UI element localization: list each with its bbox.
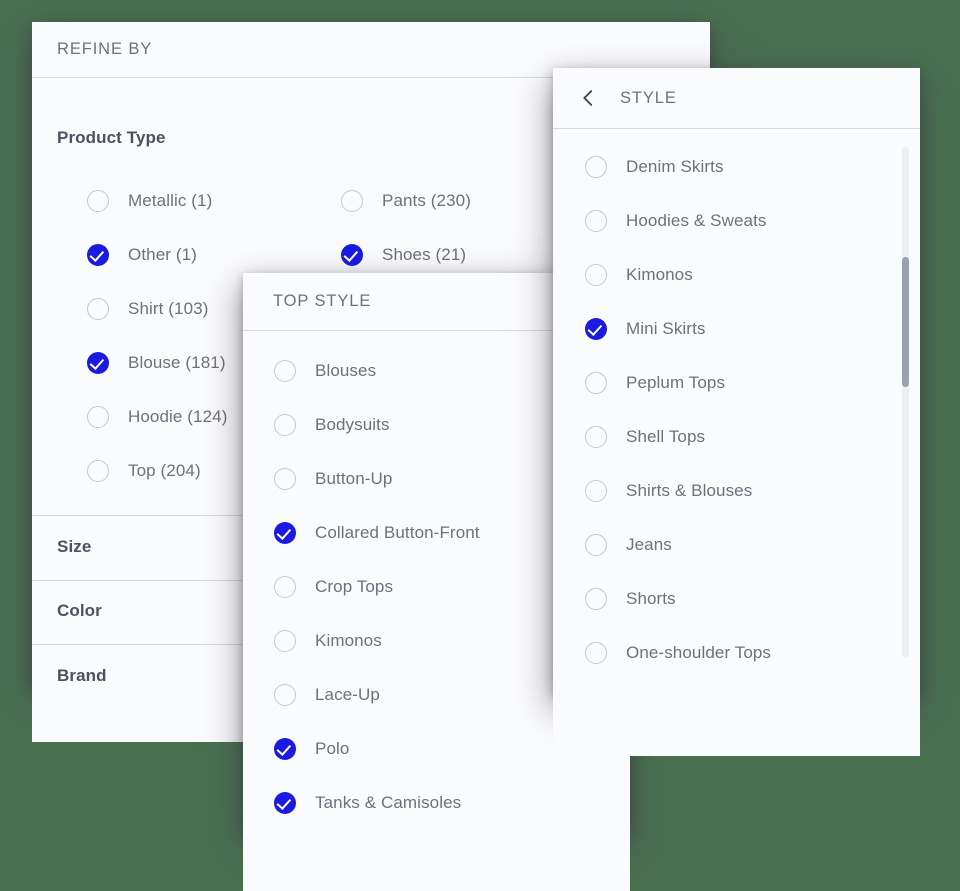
checkbox-label: Pants (230) [382, 191, 471, 210]
checkbox-row-denim-skirts[interactable]: Denim Skirts [585, 156, 724, 178]
checkbox-row-tanks-camisoles[interactable]: Tanks & Camisoles [274, 792, 461, 814]
checkbox-icon-checked[interactable] [341, 244, 363, 266]
checkbox-label: Denim Skirts [626, 157, 724, 176]
checkbox-label: Shirts & Blouses [626, 481, 753, 500]
checkbox-icon[interactable] [274, 684, 296, 706]
checkbox-label: Shell Tops [626, 427, 706, 446]
checkbox-icon[interactable] [585, 264, 607, 286]
checkbox-row-top[interactable]: Top (204) [87, 460, 201, 482]
checkbox-row-kimonos[interactable]: Kimonos [274, 630, 382, 652]
checkbox-icon-checked[interactable] [87, 352, 109, 374]
checkbox-icon[interactable] [274, 360, 296, 382]
checkbox-label: Mini Skirts [626, 319, 706, 338]
checkbox-icon-checked[interactable] [585, 318, 607, 340]
checkbox-row-blouse[interactable]: Blouse (181) [87, 352, 226, 374]
checkbox-icon[interactable] [87, 460, 109, 482]
checkbox-icon[interactable] [274, 576, 296, 598]
checkbox-row-metallic[interactable]: Metallic (1) [87, 190, 212, 212]
checkbox-label: Top (204) [128, 461, 201, 480]
style-panel: STYLE Denim Skirts Hoodies & Sweats Kimo… [553, 68, 920, 756]
top-style-title: TOP STYLE [273, 292, 372, 310]
checkbox-row-pants[interactable]: Pants (230) [341, 190, 471, 212]
checkbox-label: Collared Button-Front [315, 523, 480, 542]
checkbox-icon[interactable] [87, 406, 109, 428]
checkbox-icon[interactable] [585, 372, 607, 394]
checkbox-row-peplum-tops[interactable]: Peplum Tops [585, 372, 725, 394]
checkbox-label: Kimonos [626, 265, 693, 284]
checkbox-label: Peplum Tops [626, 373, 726, 392]
checkbox-label: Tanks & Camisoles [315, 793, 462, 812]
checkbox-icon[interactable] [585, 588, 607, 610]
checkbox-icon-checked[interactable] [87, 244, 109, 266]
checkbox-icon[interactable] [274, 468, 296, 490]
checkbox-row-hoodies-sweats[interactable]: Hoodies & Sweats [585, 210, 767, 232]
checkbox-icon[interactable] [341, 190, 363, 212]
checkbox-label: Hoodies & Sweats [626, 211, 767, 230]
checkbox-icon-checked[interactable] [274, 738, 296, 760]
checkbox-icon-checked[interactable] [274, 792, 296, 814]
checkbox-icon[interactable] [585, 426, 607, 448]
checkbox-label: Polo [315, 739, 350, 758]
checkbox-icon-checked[interactable] [274, 522, 296, 544]
checkbox-icon[interactable] [585, 480, 607, 502]
scrollbar-track[interactable] [902, 147, 909, 657]
section-title-product-type: Product Type [57, 128, 166, 147]
style-body: Denim Skirts Hoodies & Sweats Kimonos Mi… [553, 129, 920, 756]
chevron-left-icon[interactable] [577, 87, 599, 109]
checkbox-label: Button-Up [315, 469, 393, 488]
checkbox-row-one-shoulder-tops[interactable]: One-shoulder Tops [585, 642, 771, 664]
checkbox-label: Kimonos [315, 631, 382, 650]
checkbox-row-shorts[interactable]: Shorts [585, 588, 676, 610]
checkbox-label: Lace-Up [315, 685, 380, 704]
checkbox-row-hoodie[interactable]: Hoodie (124) [87, 406, 227, 428]
checkbox-row-bodysuits[interactable]: Bodysuits [274, 414, 390, 436]
checkbox-label: Crop Tops [315, 577, 394, 596]
section-title-color[interactable]: Color [57, 601, 102, 621]
checkbox-row-jeans[interactable]: Jeans [585, 534, 672, 556]
section-title-size[interactable]: Size [57, 537, 91, 557]
checkbox-label: Shirt (103) [128, 299, 209, 318]
checkbox-row-shoes[interactable]: Shoes (21) [341, 244, 466, 266]
style-header: STYLE [553, 68, 920, 129]
checkbox-row-collared-button-front[interactable]: Collared Button-Front [274, 522, 480, 544]
refine-by-title: REFINE BY [57, 40, 153, 58]
checkbox-row-button-up[interactable]: Button-Up [274, 468, 392, 490]
style-title: STYLE [620, 88, 677, 107]
checkbox-row-shirt[interactable]: Shirt (103) [87, 298, 208, 320]
checkbox-icon[interactable] [87, 190, 109, 212]
checkbox-row-kimonos[interactable]: Kimonos [585, 264, 693, 286]
checkbox-label: Blouses [315, 361, 377, 380]
checkbox-icon[interactable] [87, 298, 109, 320]
checkbox-row-shirts-blouses[interactable]: Shirts & Blouses [585, 480, 752, 502]
checkbox-row-shell-tops[interactable]: Shell Tops [585, 426, 705, 448]
checkbox-label: Jeans [626, 535, 672, 554]
checkbox-row-lace-up[interactable]: Lace-Up [274, 684, 380, 706]
checkbox-label: Metallic (1) [128, 191, 213, 210]
checkbox-label: Other (1) [128, 245, 197, 264]
checkbox-row-crop-tops[interactable]: Crop Tops [274, 576, 393, 598]
checkbox-icon[interactable] [585, 156, 607, 178]
checkbox-row-polo[interactable]: Polo [274, 738, 349, 760]
checkbox-label: Hoodie (124) [128, 407, 228, 426]
checkbox-row-other[interactable]: Other (1) [87, 244, 197, 266]
checkbox-icon[interactable] [585, 534, 607, 556]
checkbox-icon[interactable] [274, 630, 296, 652]
checkbox-label: Shorts [626, 589, 676, 608]
checkbox-label: Shoes (21) [382, 245, 467, 264]
checkbox-row-mini-skirts[interactable]: Mini Skirts [585, 318, 706, 340]
checkbox-label: One-shoulder Tops [626, 643, 772, 662]
checkbox-icon[interactable] [585, 210, 607, 232]
checkbox-row-blouses[interactable]: Blouses [274, 360, 376, 382]
checkbox-icon[interactable] [274, 414, 296, 436]
checkbox-label: Bodysuits [315, 415, 390, 434]
checkbox-label: Blouse (181) [128, 353, 226, 372]
scrollbar-thumb[interactable] [902, 257, 909, 387]
screen: REFINE BY Product Type Metallic (1) Othe… [0, 0, 960, 891]
checkbox-icon[interactable] [585, 642, 607, 664]
section-title-brand[interactable]: Brand [57, 666, 107, 686]
